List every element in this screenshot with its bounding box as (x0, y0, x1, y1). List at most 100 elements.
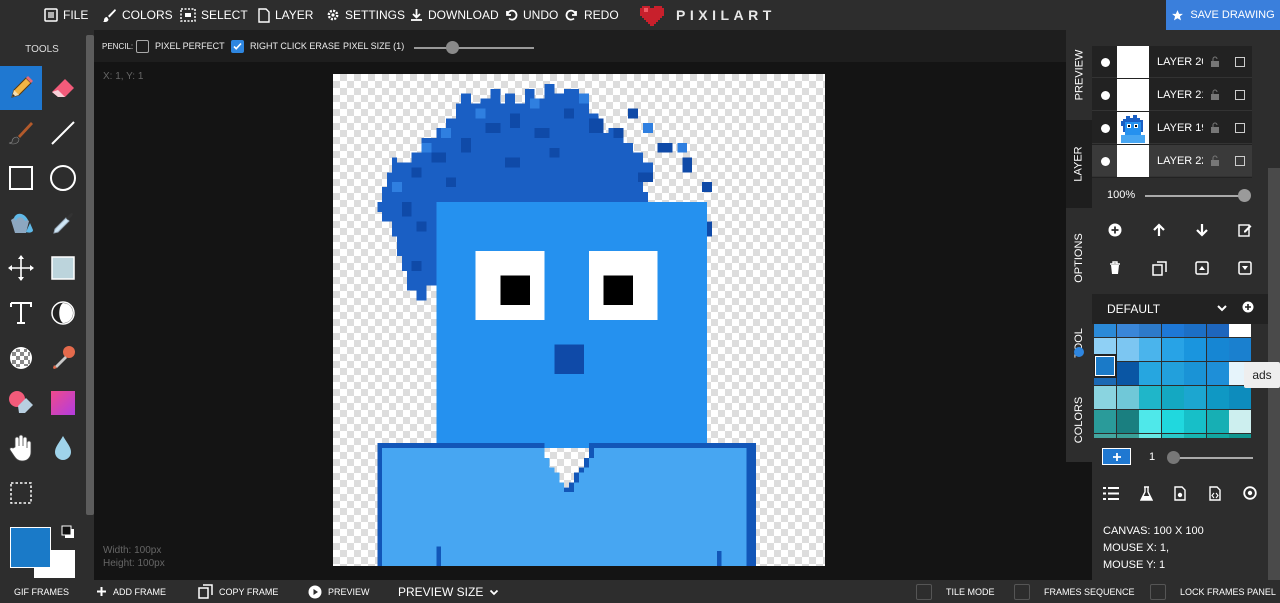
tool-dither[interactable] (0, 336, 42, 380)
layer-row[interactable]: LAYER 20 (1092, 46, 1252, 78)
color-wheel-button[interactable] (1239, 482, 1261, 504)
tool-selection[interactable] (0, 471, 42, 515)
layer-visibility-icon[interactable] (1101, 58, 1110, 67)
delete-layer-button[interactable] (1104, 257, 1126, 279)
color-swatch[interactable] (1184, 324, 1206, 337)
color-swatch[interactable] (1139, 434, 1161, 438)
tab-preview[interactable]: PREVIEW (1066, 30, 1092, 120)
right-click-erase-checkbox[interactable] (231, 39, 244, 53)
tool-pencil[interactable] (0, 66, 42, 110)
preview-button[interactable]: PREVIEW (308, 580, 370, 603)
color-swatch[interactable] (1229, 434, 1251, 438)
tool-rectangle[interactable] (0, 156, 42, 200)
menu-layer[interactable]: LAYER (258, 0, 313, 30)
color-swatch[interactable] (1139, 362, 1161, 385)
unlock-icon[interactable] (1210, 155, 1220, 166)
menu-settings[interactable]: SETTINGS (326, 0, 405, 30)
menu-file[interactable]: FILE (44, 0, 88, 30)
menu-download[interactable]: DOWNLOAD (410, 0, 499, 30)
color-swatch[interactable] (1184, 386, 1206, 409)
unlock-icon[interactable] (1210, 89, 1220, 100)
tool-text[interactable] (0, 291, 42, 335)
list-view-button[interactable] (1100, 482, 1122, 504)
pixel-size-slider-knob[interactable] (446, 41, 459, 54)
layer-visibility-icon[interactable] (1101, 157, 1110, 166)
chevron-down-icon[interactable] (1216, 302, 1228, 314)
ads-tab[interactable]: ads (1244, 362, 1280, 388)
preview-size-dropdown[interactable]: PREVIEW SIZE (398, 580, 499, 603)
layer-opacity-knob[interactable] (1238, 189, 1251, 202)
color-swatch[interactable] (1116, 434, 1139, 438)
import-palette-button[interactable] (1169, 482, 1191, 504)
lock-frames-panel-toggle[interactable]: LOCK FRAMES PANEL (1150, 580, 1276, 603)
color-swatch[interactable] (1206, 362, 1229, 385)
menu-colors[interactable]: COLORS (102, 0, 173, 30)
tile-mode-checkbox[interactable] (916, 583, 932, 600)
add-color-button[interactable] (1102, 448, 1131, 465)
tool-shade[interactable] (42, 246, 84, 290)
effects-button[interactable] (1135, 482, 1157, 504)
swap-colors-icon[interactable] (61, 525, 75, 539)
save-drawing-button[interactable]: SAVE DRAWING (1166, 0, 1280, 30)
drawing-canvas[interactable] (333, 74, 825, 566)
color-swatch[interactable] (1206, 410, 1229, 433)
tool-fill[interactable] (0, 201, 42, 245)
frames-sequence-checkbox[interactable] (1014, 583, 1030, 600)
color-swatch[interactable] (1161, 410, 1184, 433)
rename-layer-button[interactable] (1234, 219, 1256, 241)
color-swatch[interactable] (1094, 324, 1116, 337)
add-layer-button[interactable] (1104, 219, 1126, 241)
pixilart-logo[interactable]: PIXILART (640, 0, 776, 30)
tool-eyedropper[interactable] (42, 201, 84, 245)
color-swatch[interactable] (1206, 324, 1229, 337)
color-swatch[interactable] (1161, 362, 1184, 385)
color-swatch[interactable] (1184, 410, 1206, 433)
layer-row[interactable]: LAYER 21 (1092, 79, 1252, 111)
tool-circle[interactable] (42, 156, 84, 200)
unlock-icon[interactable] (1210, 56, 1220, 67)
add-palette-icon[interactable] (1242, 301, 1254, 313)
unlock-icon[interactable] (1210, 122, 1220, 133)
primary-color-swatch[interactable] (10, 527, 51, 568)
palette-selector[interactable]: DEFAULT (1092, 294, 1268, 324)
lock-frames-panel-checkbox[interactable] (1150, 583, 1166, 600)
layer-select-checkbox[interactable] (1235, 90, 1245, 100)
pixel-size-slider[interactable] (414, 47, 534, 49)
layer-row[interactable]: LAYER 19 (1092, 112, 1252, 144)
tool-eraser[interactable] (42, 66, 84, 110)
menu-undo[interactable]: UNDO (504, 0, 558, 30)
color-swatch[interactable] (1161, 324, 1184, 337)
tool-gradient[interactable] (42, 381, 84, 425)
tool-color-replace[interactable] (0, 381, 42, 425)
brush-size-slider[interactable] (1168, 457, 1253, 459)
tool-hand[interactable] (0, 426, 42, 470)
layer-row-selected[interactable]: LAYER 22 (1092, 145, 1252, 177)
tools-scrollbar[interactable] (86, 35, 94, 515)
tool-blur[interactable] (42, 426, 84, 470)
tab-layer[interactable]: LAYER (1066, 120, 1092, 208)
menu-select[interactable]: SELECT (180, 0, 248, 30)
merge-layer-up-button[interactable] (1191, 257, 1213, 279)
tab-tool[interactable]: TOOL (1066, 308, 1092, 378)
layer-visibility-icon[interactable] (1101, 124, 1110, 133)
color-swatch[interactable] (1229, 338, 1251, 361)
color-swatch[interactable] (1206, 338, 1229, 361)
color-swatch[interactable] (1094, 434, 1116, 438)
tool-brush[interactable] (0, 111, 42, 155)
layer-visibility-icon[interactable] (1101, 91, 1110, 100)
export-palette-button[interactable] (1204, 482, 1226, 504)
color-swatch[interactable] (1161, 434, 1184, 438)
color-swatch[interactable] (1184, 434, 1206, 438)
duplicate-layer-button[interactable] (1148, 257, 1170, 279)
color-swatch[interactable] (1161, 386, 1184, 409)
tab-colors[interactable]: COLORS (1066, 378, 1092, 462)
right-click-erase-toggle[interactable]: RIGHT CLICK ERASE (231, 30, 340, 62)
tool-move[interactable] (0, 246, 42, 290)
color-swatch[interactable] (1184, 338, 1206, 361)
color-swatch[interactable] (1116, 410, 1139, 433)
color-swatch[interactable] (1116, 338, 1139, 361)
merge-layer-down-button[interactable] (1234, 257, 1256, 279)
layer-select-checkbox[interactable] (1235, 123, 1245, 133)
tool-lighten[interactable] (42, 291, 84, 335)
move-layer-up-button[interactable] (1148, 219, 1170, 241)
